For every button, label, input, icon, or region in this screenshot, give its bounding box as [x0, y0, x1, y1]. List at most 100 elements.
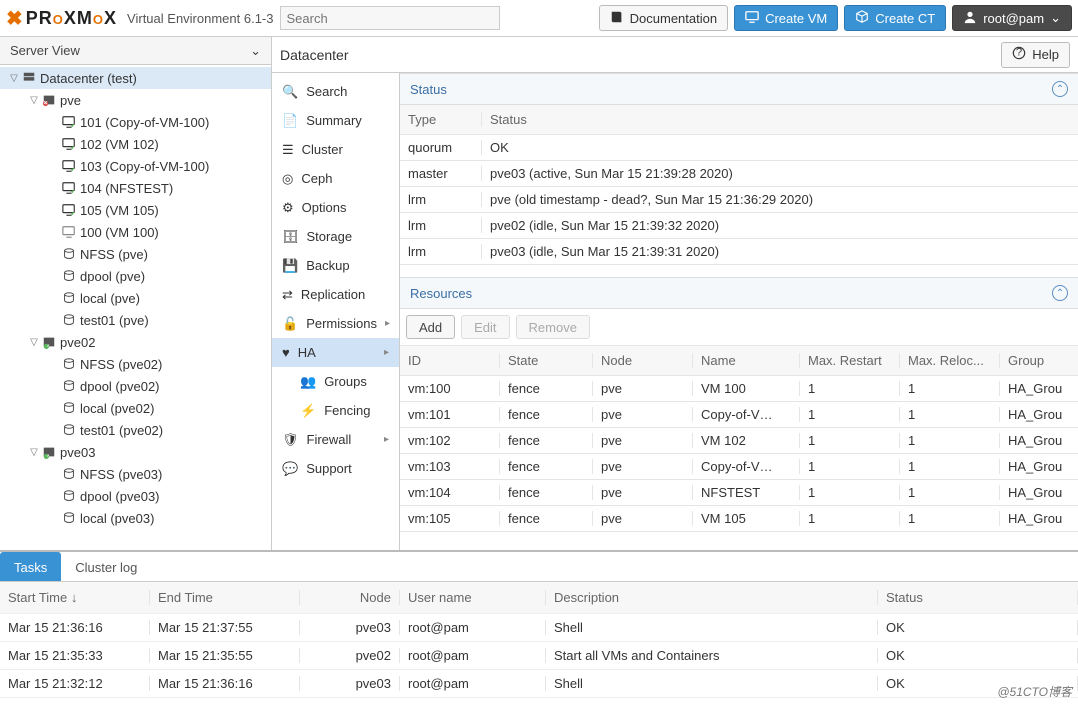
view-selector[interactable]: Server View — [0, 37, 271, 65]
nav-options[interactable]: ⚙Options — [272, 193, 399, 222]
resource-row[interactable]: vm:101fencepveCopy-of-V…11HA_Grou — [400, 402, 1078, 428]
status-row[interactable]: lrmpve02 (idle, Sun Mar 15 21:39:32 2020… — [400, 213, 1078, 239]
help-button[interactable]: ? Help — [1001, 42, 1070, 68]
tree-item[interactable]: 105 (VM 105) — [0, 199, 271, 221]
cell-type: lrm — [400, 192, 482, 207]
create-vm-button[interactable]: Create VM — [734, 5, 838, 31]
nav-label: Summary — [306, 113, 362, 128]
col-start-time[interactable]: Start Time ↓ — [0, 590, 150, 605]
resource-row[interactable]: vm:104fencepveNFSTEST11HA_Grou — [400, 480, 1078, 506]
col-end-time[interactable]: End Time — [150, 590, 300, 605]
storage-icon — [60, 291, 78, 305]
vm-run-icon — [60, 115, 78, 129]
tree-item[interactable]: ▽pve02 — [0, 331, 271, 353]
resource-row[interactable]: vm:102fencepveVM 10211HA_Grou — [400, 428, 1078, 454]
resource-row[interactable]: vm:105fencepveVM 10511HA_Grou — [400, 506, 1078, 532]
tree-item[interactable]: local (pve02) — [0, 397, 271, 419]
status-row[interactable]: lrmpve (old timestamp - dead?, Sun Mar 1… — [400, 187, 1078, 213]
nav-label: Cluster — [302, 142, 343, 157]
task-row[interactable]: Mar 15 21:35:33Mar 15 21:35:55pve02root@… — [0, 642, 1078, 670]
storage-icon — [60, 467, 78, 481]
nav-summary[interactable]: 📄 Summary — [272, 106, 399, 135]
tree-item[interactable]: test01 (pve) — [0, 309, 271, 331]
nav-label: Search — [306, 84, 347, 99]
resource-row[interactable]: vm:103fencepveCopy-of-V…11HA_Grou — [400, 454, 1078, 480]
nav-search[interactable]: 🔍Search — [272, 77, 399, 106]
cell-name: NFSTEST — [693, 485, 800, 500]
nav-cluster[interactable]: ☰Cluster — [272, 135, 399, 164]
nav-firewall[interactable]: 🛡Firewall▸ — [272, 425, 399, 454]
nav-ceph[interactable]: ◎Ceph — [272, 164, 399, 193]
documentation-button[interactable]: Documentation — [599, 5, 728, 31]
status-panel-header[interactable]: Status ⌃ — [400, 73, 1078, 105]
cell-node: pve02 — [300, 648, 400, 663]
user-menu-button[interactable]: root@pam — [952, 5, 1072, 31]
cell-group: HA_Grou — [1000, 381, 1078, 396]
nav-replication[interactable]: ⇄Replication — [272, 280, 399, 309]
col-status: Status — [482, 112, 1078, 127]
status-row[interactable]: lrmpve03 (idle, Sun Mar 15 21:39:31 2020… — [400, 239, 1078, 265]
tree-item[interactable]: ▽pve — [0, 89, 271, 111]
col-status[interactable]: Status — [878, 590, 1078, 605]
collapse-icon[interactable]: ⌃ — [1052, 285, 1068, 301]
add-button[interactable]: Add — [406, 315, 455, 339]
tree-item[interactable]: local (pve) — [0, 287, 271, 309]
tree-item-label: Datacenter (test) — [38, 71, 137, 86]
tree-item[interactable]: 100 (VM 100) — [0, 221, 271, 243]
nav-support[interactable]: 💬Support — [272, 454, 399, 483]
tree-item[interactable]: dpool (pve) — [0, 265, 271, 287]
tree-item[interactable]: dpool (pve03) — [0, 485, 271, 507]
status-row[interactable]: quorumOK — [400, 135, 1078, 161]
chevron-right-icon: ▸ — [384, 347, 389, 358]
create-ct-button[interactable]: Create CT — [844, 5, 946, 31]
status-row[interactable]: masterpve03 (active, Sun Mar 15 21:39:28… — [400, 161, 1078, 187]
tree-item[interactable]: test01 (pve02) — [0, 419, 271, 441]
col-user[interactable]: User name — [400, 590, 546, 605]
tree-item[interactable]: dpool (pve02) — [0, 375, 271, 397]
tree-item-label: pve02 — [58, 335, 95, 350]
cell-max-reloc: 1 — [900, 485, 1000, 500]
help-icon: ? — [1012, 46, 1026, 63]
task-row[interactable]: Mar 15 21:36:16Mar 15 21:37:55pve03root@… — [0, 614, 1078, 642]
tree-item[interactable]: 103 (Copy-of-VM-100) — [0, 155, 271, 177]
tree-item[interactable]: NFSS (pve) — [0, 243, 271, 265]
resources-panel-header[interactable]: Resources ⌃ — [400, 277, 1078, 309]
tab-cluster-log[interactable]: Cluster log — [61, 552, 151, 581]
collapse-icon[interactable]: ⌃ — [1052, 81, 1068, 97]
col-description[interactable]: Description — [546, 590, 878, 605]
cell-max-reloc: 1 — [900, 381, 1000, 396]
tree-item[interactable]: 101 (Copy-of-VM-100) — [0, 111, 271, 133]
tree-item[interactable]: NFSS (pve02) — [0, 353, 271, 375]
tree-item[interactable]: ▽Datacenter (test) — [0, 67, 271, 89]
col-node[interactable]: Node — [300, 590, 400, 605]
tree-item[interactable]: local (pve03) — [0, 507, 271, 529]
topbar: ✖ PROXMOX Virtual Environment 6.1-3 Docu… — [0, 0, 1078, 37]
chevron-right-icon: ▸ — [384, 434, 389, 445]
status-grid-header: Type Status — [400, 105, 1078, 135]
cell-max-restart: 1 — [800, 485, 900, 500]
nav-groups[interactable]: 👥Groups — [272, 367, 399, 396]
global-search[interactable] — [280, 6, 500, 30]
vm-stop-icon — [60, 225, 78, 239]
task-row[interactable]: Mar 15 21:32:12Mar 15 21:36:16pve03root@… — [0, 670, 1078, 698]
summary-icon: 📄 — [282, 113, 298, 129]
nav-backup[interactable]: 💾Backup — [272, 251, 399, 280]
tree-item[interactable]: 102 (VM 102) — [0, 133, 271, 155]
tree-item-label: local (pve03) — [78, 511, 154, 526]
resource-row[interactable]: vm:100fencepveVM 10011HA_Grou — [400, 376, 1078, 402]
book-icon — [610, 10, 624, 27]
cell-max-restart: 1 — [800, 511, 900, 526]
cell-user: root@pam — [400, 620, 546, 635]
cell-start: Mar 15 21:36:16 — [0, 620, 150, 635]
search-input[interactable] — [280, 6, 500, 30]
logo-x-icon: ✖ — [6, 6, 22, 31]
tree-item[interactable]: ▽pve03 — [0, 441, 271, 463]
nav-fencing[interactable]: ⚡Fencing — [272, 396, 399, 425]
tree-item[interactable]: NFSS (pve03) — [0, 463, 271, 485]
logo-text: PROXMOX — [26, 8, 117, 29]
tree-item[interactable]: 104 (NFSTEST) — [0, 177, 271, 199]
nav-ha[interactable]: ♥HA▸ — [272, 338, 399, 367]
nav-storage[interactable]: 🗄Storage — [272, 222, 399, 251]
tab-tasks[interactable]: Tasks — [0, 552, 61, 581]
nav-permissions[interactable]: 🔓Permissions▸ — [272, 309, 399, 338]
